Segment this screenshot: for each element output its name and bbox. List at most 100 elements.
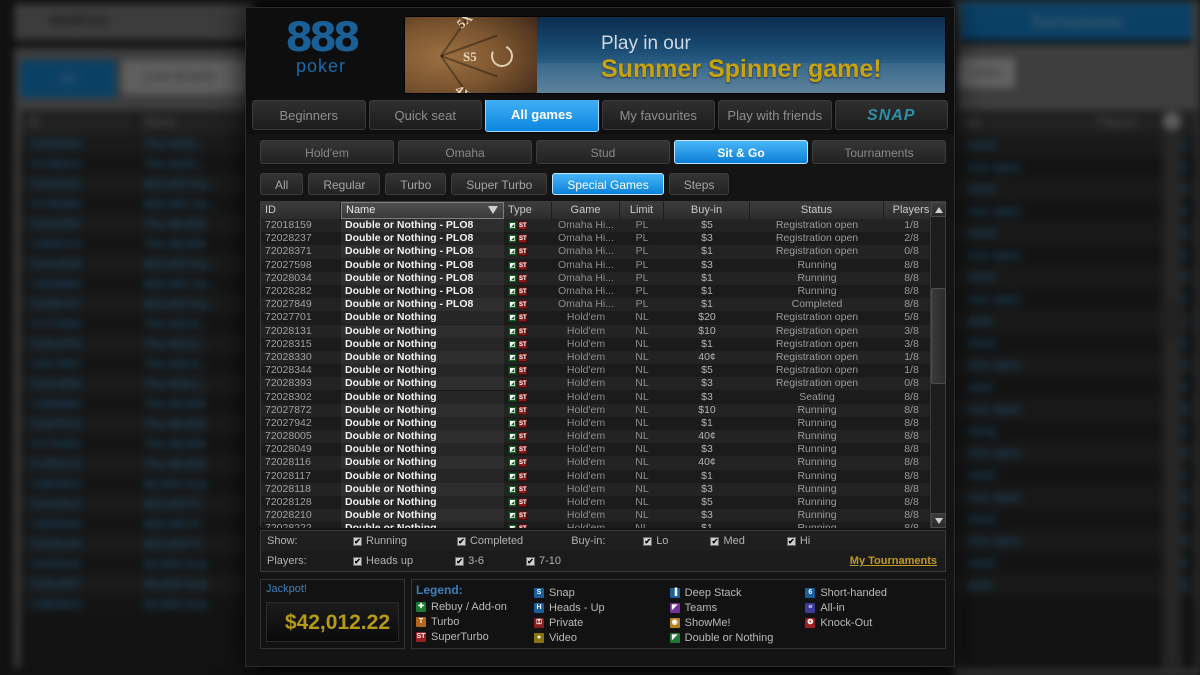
checkbox-icon[interactable]: ✔ (710, 537, 719, 546)
game-tab-sit-go[interactable]: Sit & Go (674, 140, 808, 164)
table-row[interactable]: 72027598Double or Nothing - PLO8◩STOmaha… (261, 259, 945, 272)
col-header-limit[interactable]: Limit (620, 202, 664, 219)
cell-limit: NL (620, 430, 664, 443)
table-row[interactable]: 72028034Double or Nothing - PLO8◩STOmaha… (261, 272, 945, 285)
col-header-game[interactable]: Game (552, 202, 620, 219)
col-header-id[interactable]: ID (261, 202, 341, 219)
checkbox-lo[interactable]: ✔Lo (643, 535, 668, 547)
col-header-type[interactable]: Type (504, 202, 552, 219)
cell-type-icons: ◩ST (504, 313, 552, 322)
scrollbar-thumb[interactable] (931, 288, 946, 384)
cell-limit: PL (620, 259, 664, 272)
table-row[interactable]: 72028128Double or Nothing◩STHold'emNL$5R… (261, 496, 945, 509)
tab-snap[interactable]: SNAP (835, 100, 949, 130)
table-row[interactable]: 72028302Double or Nothing◩STHold'emNL$3S… (261, 390, 945, 403)
table-row[interactable]: 72028315Double or Nothing◩STHold'emNL$1R… (261, 338, 945, 351)
table-row[interactable]: 72027849Double or Nothing - PLO8◩STOmaha… (261, 298, 945, 311)
promo-banner[interactable]: 5X S5 4X Play in our Summer Spinner game… (404, 16, 946, 94)
chip-turbo[interactable]: Turbo (385, 173, 446, 195)
table-row[interactable]: 72028049Double or Nothing◩STHold'emNL$3R… (261, 443, 945, 456)
checkbox-icon[interactable]: ✔ (457, 537, 466, 546)
cell-game: Hold'em (552, 377, 620, 390)
checkbox-7-10[interactable]: ✔7-10 (526, 555, 561, 567)
cell-id: 72028344 (261, 364, 341, 377)
col-header-status[interactable]: Status (750, 202, 884, 219)
tab-play-with-friends[interactable]: Play with friends (718, 100, 832, 130)
checkbox-icon[interactable]: ✔ (643, 537, 652, 546)
chip-regular[interactable]: Regular (308, 173, 380, 195)
cell-game: Omaha Hi... (552, 259, 620, 272)
jackpot-panel: Jackpot! $42,012.22 (260, 579, 405, 649)
tab-all-games[interactable]: All games (485, 98, 599, 132)
table-row[interactable]: 72028344Double or Nothing◩STHold'emNL$5R… (261, 364, 945, 377)
super-turbo-icon: ST (518, 313, 527, 322)
checkbox-hi[interactable]: ✔Hi (787, 535, 810, 547)
video-icon: ● (534, 633, 544, 643)
checkbox-3-6[interactable]: ✔3-6 (455, 555, 484, 567)
col-header-label: ID (265, 204, 276, 216)
chip-super-turbo[interactable]: Super Turbo (451, 173, 547, 195)
chip-label: Special Games (567, 178, 648, 192)
table-scrollbar[interactable] (930, 202, 945, 528)
checkbox-icon[interactable]: ✔ (526, 557, 535, 566)
super-turbo-icon: ST (518, 287, 527, 296)
table-row[interactable]: 72028131Double or Nothing◩STHold'emNL$10… (261, 325, 945, 338)
tab-quick-seat[interactable]: Quick seat (369, 100, 483, 130)
table-row[interactable]: 72028210Double or Nothing◩STHold'emNL$3R… (261, 509, 945, 522)
checkbox-icon[interactable]: ✔ (455, 557, 464, 566)
table-row[interactable]: 72028330Double or Nothing◩STHold'emNL40¢… (261, 351, 945, 364)
my-tournaments-link[interactable]: My Tournaments (850, 555, 945, 567)
table-row[interactable]: 72028005Double or Nothing◩STHold'emNL40¢… (261, 430, 945, 443)
table-row[interactable]: 72018159Double or Nothing - PLO8◩STOmaha… (261, 219, 945, 232)
table-row[interactable]: 72028282Double or Nothing - PLO8◩STOmaha… (261, 285, 945, 298)
table-row[interactable]: 72028116Double or Nothing◩STHold'emNL40¢… (261, 456, 945, 469)
checkbox-icon[interactable]: ✔ (787, 537, 796, 546)
checkbox-icon[interactable]: ✔ (353, 557, 362, 566)
scroll-down-button[interactable] (931, 513, 946, 528)
cell-type-icons: ◩ST (504, 485, 552, 494)
game-tab-hold-em[interactable]: Hold'em (260, 140, 394, 164)
game-tab-tournaments[interactable]: Tournaments (812, 140, 946, 164)
table-row[interactable]: 72028393Double or Nothing◩STHold'emNL$3R… (261, 377, 945, 390)
super-turbo-icon: ST (518, 340, 527, 349)
checkbox-heads-up[interactable]: ✔Heads up (353, 555, 413, 567)
table-header-row: IDNameTypeGameLimitBuy-inStatusPlayers (261, 202, 945, 219)
cell-limit: NL (620, 522, 664, 528)
tab-beginners[interactable]: Beginners (252, 100, 366, 130)
cell-limit: PL (620, 245, 664, 258)
cell-buyin: $3 (664, 391, 750, 404)
cell-limit: NL (620, 351, 664, 364)
tab-my-favourites[interactable]: My favourites (602, 100, 716, 130)
teams-icon: ◤ (670, 603, 680, 613)
chip-special-games[interactable]: Special Games (552, 173, 663, 195)
table-row[interactable]: 72027701Double or Nothing◩STHold'emNL$20… (261, 311, 945, 324)
game-tab-omaha[interactable]: Omaha (398, 140, 532, 164)
double-or-nothing-icon: ◩ (508, 340, 517, 349)
chip-label: Turbo (400, 178, 431, 192)
table-row[interactable]: 72028371Double or Nothing - PLO8◩STOmaha… (261, 245, 945, 258)
super-turbo-icon: ST (518, 261, 527, 270)
cell-limit: NL (620, 470, 664, 483)
table-row[interactable]: 72027872Double or Nothing◩STHold'emNL$10… (261, 404, 945, 417)
checkbox-icon[interactable]: ✔ (353, 537, 362, 546)
table-row[interactable]: 72028118Double or Nothing◩STHold'emNL$3R… (261, 483, 945, 496)
scroll-up-button[interactable] (931, 202, 946, 217)
cell-name: Double or Nothing (341, 456, 504, 469)
chip-steps[interactable]: Steps (669, 173, 730, 195)
table-row[interactable]: 72028222Double or Nothing◩STHold'emNL$1R… (261, 522, 945, 528)
cell-id: 72028210 (261, 509, 341, 522)
table-row[interactable]: 72028237Double or Nothing - PLO8◩STOmaha… (261, 232, 945, 245)
col-header-buy-in[interactable]: Buy-in (664, 202, 750, 219)
table-row[interactable]: 72028117Double or Nothing◩STHold'emNL$1R… (261, 470, 945, 483)
table-row[interactable]: 72027942Double or Nothing◩STHold'emNL$1R… (261, 417, 945, 430)
game-tab-stud[interactable]: Stud (536, 140, 670, 164)
checkbox-completed[interactable]: ✔Completed (457, 535, 523, 547)
super-turbo-icon: ST (518, 432, 527, 441)
chip-all[interactable]: All (260, 173, 303, 195)
cell-type-icons: ◩ST (504, 458, 552, 467)
col-header-name[interactable]: Name (341, 202, 504, 219)
checkbox-running[interactable]: ✔Running (353, 535, 407, 547)
super-turbo-icon: ST (518, 524, 527, 528)
checkbox-med[interactable]: ✔Med (710, 535, 744, 547)
turbo-icon: T (416, 617, 426, 627)
